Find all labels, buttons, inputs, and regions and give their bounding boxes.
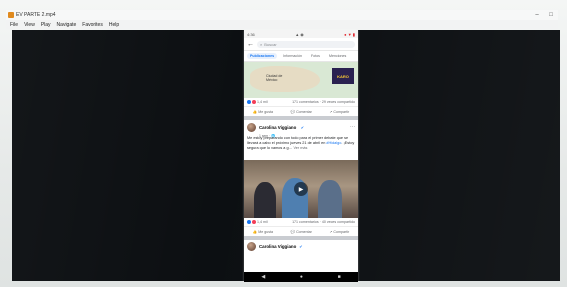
- next-post-header: Carolina Viggiano ✔: [244, 240, 358, 252]
- map-post-image[interactable]: Ciudad de México KARO: [244, 62, 358, 98]
- page-tabs: Publicaciones Información Fotos Mencione…: [244, 51, 358, 62]
- minimize-button[interactable]: –: [530, 12, 544, 18]
- like-reaction-icon: [247, 100, 251, 104]
- menu-favorites[interactable]: Favorites: [82, 22, 103, 28]
- maximize-button[interactable]: □: [544, 12, 558, 18]
- karo-logo: KARO: [332, 68, 354, 84]
- map-landmass: [250, 66, 320, 92]
- post-actions: 👍 Me gusta 💬 Comentar ↗ Compartir: [244, 226, 358, 236]
- status-icons: ▲ ◉: [295, 31, 304, 37]
- post-video-thumbnail[interactable]: ▶: [244, 160, 358, 218]
- reactions-count[interactable]: 1,4 mil: [257, 220, 268, 224]
- love-reaction-icon: [252, 220, 256, 224]
- search-input[interactable]: ⌕ Buscar: [257, 40, 355, 48]
- post-reactions: 1,4 mil 171 comentarios · 40 veces compa…: [244, 218, 358, 226]
- avatar[interactable]: [247, 241, 256, 251]
- status-time: 4:36: [247, 31, 255, 37]
- see-more-link[interactable]: Ver más: [293, 146, 307, 150]
- share-button[interactable]: ↗ Compartir: [329, 230, 349, 234]
- menu-view[interactable]: View: [24, 22, 35, 28]
- hashtag-link[interactable]: #Hidalgo: [326, 141, 341, 145]
- post-text: Me estoy preparando con todo para el pri…: [247, 136, 355, 150]
- comment-icon: 💬: [290, 229, 296, 234]
- tab-menciones[interactable]: Menciones: [326, 53, 349, 59]
- share-button[interactable]: ↗ Compartir: [329, 110, 349, 114]
- post-header: Carolina Viggiano ✔ 1 sem · 🌐 ···: [244, 120, 358, 138]
- next-post-author[interactable]: Carolina Viggiano: [259, 244, 296, 249]
- comment-button[interactable]: 💬 Comentar: [291, 110, 312, 114]
- nav-home-icon[interactable]: ●: [300, 274, 303, 280]
- window-title: EV PARTE 2.mp4: [16, 12, 56, 18]
- back-arrow-icon[interactable]: ←: [247, 41, 254, 48]
- share-icon: ↗: [329, 109, 333, 114]
- reactions-count[interactable]: 1,4 mil: [257, 100, 268, 104]
- window-titlebar: EV PARTE 2.mp4 – □: [6, 10, 558, 20]
- phone-screen-recording: 4:36 ▲ ◉ ● ▼ ▮ ← ⌕ Buscar Publicaciones …: [244, 30, 358, 282]
- tab-informacion[interactable]: Información: [280, 53, 305, 59]
- thumbs-up-icon: 👍: [252, 109, 258, 114]
- comment-icon: 💬: [290, 109, 296, 114]
- like-button[interactable]: 👍 Me gusta: [253, 110, 273, 114]
- nav-back-icon[interactable]: ◀: [261, 274, 265, 280]
- map-post-reactions: 1,4 mil 171 comentarios · 29 veces compa…: [244, 98, 358, 106]
- comment-button[interactable]: 💬 Comentar: [291, 230, 312, 234]
- person-left: [254, 182, 276, 218]
- menu-navigate[interactable]: Navigate: [57, 22, 77, 28]
- android-nav-bar: ◀ ● ■: [244, 272, 358, 282]
- more-options-icon[interactable]: ···: [350, 124, 355, 130]
- like-button[interactable]: 👍 Me gusta: [253, 230, 273, 234]
- facebook-search-bar: ← ⌕ Buscar: [244, 38, 358, 51]
- love-reaction-icon: [252, 100, 256, 104]
- avatar[interactable]: [247, 122, 256, 132]
- menu-bar: File View Play Navigate Favorites Help: [6, 20, 558, 29]
- play-icon[interactable]: ▶: [294, 182, 308, 196]
- media-player-app-icon: [8, 12, 14, 18]
- search-placeholder: Buscar: [264, 41, 277, 47]
- menu-file[interactable]: File: [10, 22, 18, 28]
- comments-count[interactable]: 171 comentarios · 40 veces compartido: [292, 220, 355, 224]
- verified-badge-icon: ✔: [299, 243, 303, 249]
- nav-recents-icon[interactable]: ■: [338, 274, 341, 280]
- thumbs-up-icon: 👍: [252, 229, 258, 234]
- menu-help[interactable]: Help: [109, 22, 119, 28]
- map-label: Ciudad de México: [266, 74, 283, 82]
- map-post-actions: 👍 Me gusta 💬 Comentar ↗ Compartir: [244, 106, 358, 116]
- phone-status-bar: 4:36 ▲ ◉ ● ▼ ▮: [244, 30, 358, 38]
- share-icon: ↗: [329, 229, 333, 234]
- menu-play[interactable]: Play: [41, 22, 51, 28]
- tab-publicaciones[interactable]: Publicaciones: [247, 53, 278, 59]
- comments-count[interactable]: 171 comentarios · 29 veces compartido: [292, 100, 355, 104]
- person-right: [318, 180, 342, 218]
- tab-fotos[interactable]: Fotos: [308, 53, 323, 59]
- verified-badge-icon: ✔: [300, 125, 305, 130]
- status-right-icons: ● ▼ ▮: [344, 31, 355, 37]
- post-author[interactable]: Carolina Viggiano: [259, 125, 296, 130]
- like-reaction-icon: [247, 220, 251, 224]
- search-icon: ⌕: [260, 41, 263, 47]
